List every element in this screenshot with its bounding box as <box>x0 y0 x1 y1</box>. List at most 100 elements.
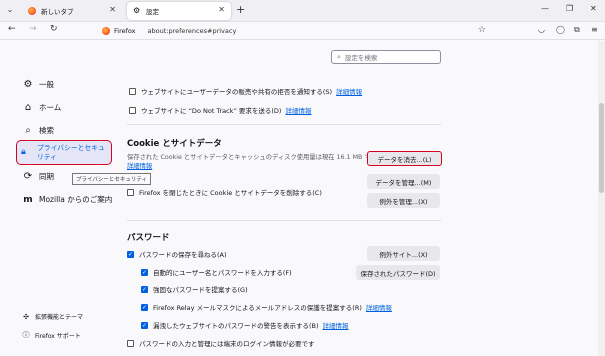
sidebar-item-privacy[interactable]: 🔒︎ プライバシーとセキュリティ <box>16 140 112 165</box>
search-icon: ⌕ <box>337 52 341 61</box>
search-icon: ⌕ <box>25 125 31 136</box>
sidebar-footer-label: Firefox サポート <box>35 332 81 340</box>
ask-to-save-passwords-row[interactable]: ✓ パスワードの保存を尋ねる(A) <box>127 249 227 259</box>
checkbox-label: ウェブサイトにユーザーデータの販売や共有の拒否を通知する(S) <box>141 88 333 96</box>
new-tab-button[interactable]: + <box>236 3 245 16</box>
cookie-section-title: Cookie とサイトデータ <box>127 139 222 149</box>
close-window-icon[interactable]: ✕ <box>590 4 597 13</box>
sidebar-item-home[interactable]: ⌂ ホーム <box>22 102 61 113</box>
identity-label: Firefox <box>114 27 136 35</box>
search-placeholder: 設定を検索 <box>344 54 378 62</box>
minimize-icon[interactable]: — <box>541 4 549 13</box>
password-exceptions-button[interactable]: 例外サイト...(X) <box>367 246 440 261</box>
checkbox[interactable]: ✓ <box>141 303 148 311</box>
primary-password-row[interactable]: パスワードの入力と管理には端末のログイン情報が必要です <box>127 338 315 348</box>
forward-icon[interactable]: → <box>29 24 37 34</box>
checkbox[interactable] <box>129 106 136 114</box>
help-icon: ⓘ <box>22 331 30 339</box>
firefox-icon <box>102 27 110 35</box>
learn-more-link[interactable]: 詳細情報 <box>285 105 311 115</box>
mozilla-icon: m <box>23 194 33 205</box>
pocket-icon[interactable]: ◡ <box>538 25 545 34</box>
close-tab-icon[interactable]: ✕ <box>109 5 116 14</box>
tab-strip: ⌄ 新しいタブ ✕ ⚙ 設定 ✕ + — ❐ ✕ <box>0 0 605 22</box>
sidebar-item-label: ホーム <box>39 103 62 112</box>
saved-passwords-button[interactable]: 保存されたパスワード(D) <box>356 265 440 280</box>
sidebar-item-label: 一般 <box>39 80 54 89</box>
checkbox[interactable]: ✓ <box>141 268 148 276</box>
checkbox-label: 漏洩したウェブサイトのパスワードの警告を表示する(B) <box>153 322 319 330</box>
do-not-sell-row[interactable]: ウェブサイトにユーザーデータの販売や共有の拒否を通知する(S) 詳細情報 <box>129 86 362 96</box>
checkbox-label: 強固なパスワードを提案する(G) <box>153 286 248 294</box>
puzzle-icon: ✣ <box>23 312 29 321</box>
cookie-usage-text: 保存された Cookie とサイトデータとキャッシュのディスク使用量は現在 16… <box>127 154 383 161</box>
checkbox[interactable]: ✓ <box>141 285 148 293</box>
bookmark-star-icon[interactable]: ☆ <box>478 25 486 35</box>
tab-new-tab[interactable]: 新しいタブ ✕ <box>22 2 122 20</box>
sync-icon: ⟳ <box>23 171 33 182</box>
checkbox-label: Firefox を閉じたときに Cookie とサイトデータを削除する(C) <box>139 189 322 197</box>
menu-icon[interactable]: ≡ <box>591 25 598 34</box>
checkbox[interactable] <box>127 188 134 196</box>
gear-icon: ⚙ <box>23 79 33 90</box>
learn-more-link[interactable]: 詳細情報 <box>323 320 349 330</box>
manage-data-button[interactable]: データを管理...(M) <box>367 174 440 189</box>
settings-search-input[interactable]: ⌕ 設定を検索 <box>331 50 441 64</box>
sidebar-footer-label: 拡張機能とテーマ <box>35 314 84 321</box>
checkbox[interactable] <box>129 87 136 95</box>
checkbox-label: 自動的にユーザー名とパスワードを入力する(F) <box>153 269 292 277</box>
checkbox-label: パスワードの入力と管理には端末のログイン情報が必要です <box>139 340 315 348</box>
lock-icon: 🔒︎ <box>21 147 26 157</box>
checkbox[interactable]: ✓ <box>141 321 148 329</box>
restore-icon[interactable]: ❐ <box>566 4 573 13</box>
sidebar-item-label: 同期 <box>39 172 54 181</box>
gear-icon: ⚙ <box>133 6 141 15</box>
checkbox[interactable]: ✓ <box>127 250 134 258</box>
tab-title: 設定 <box>146 8 159 16</box>
tab-list-icon[interactable]: ⌄ <box>4 4 16 16</box>
learn-more-link[interactable]: 詳細情報 <box>366 302 392 312</box>
sidebar-item-label: Mozilla からのご案内 <box>39 195 113 204</box>
back-icon[interactable]: ← <box>8 24 16 34</box>
passwords-section-title: パスワード <box>127 233 170 243</box>
sidebar-footer-addons[interactable]: ✣ 拡張機能とテーマ <box>22 312 84 322</box>
cookie-description: 保存された Cookie とサイトデータとキャッシュのディスク使用量は現在 16… <box>127 153 383 171</box>
do-not-track-row[interactable]: ウェブサイトに “Do Not Track” 要求を送る(D) 詳細情報 <box>129 105 311 115</box>
sidebar-item-mozilla[interactable]: m Mozilla からのご案内 <box>22 194 112 205</box>
navigation-bar: ← → ↻ Firefox about:preferences#privacy … <box>0 22 605 40</box>
sidebar-tooltip: プライバシーとセキュリティ <box>72 173 152 185</box>
extensions-icon[interactable]: ⧉ <box>574 25 580 35</box>
suggest-strong-passwords-row[interactable]: ✓ 強固なパスワードを提案する(G) <box>141 284 248 294</box>
firefox-relay-row[interactable]: ✓ Firefox Relay メールマスクによるメールアドレスの保護を提案する… <box>141 302 392 312</box>
checkbox-label: Firefox Relay メールマスクによるメールアドレスの保護を提案する(R… <box>153 304 362 312</box>
autofill-logins-row[interactable]: ✓ 自動的にユーザー名とパスワードを入力する(F) <box>141 267 292 277</box>
breach-alerts-row[interactable]: ✓ 漏洩したウェブサイトのパスワードの警告を表示する(B) 詳細情報 <box>141 320 349 330</box>
sidebar-item-sync[interactable]: ⟳ 同期 <box>22 171 54 182</box>
sidebar-footer-support[interactable]: ⓘ Firefox サポート <box>22 330 81 340</box>
sidebar-item-general[interactable]: ⚙ 一般 <box>22 79 54 90</box>
url-bar[interactable]: Firefox about:preferences#privacy ☆ <box>96 24 490 38</box>
checkbox[interactable] <box>127 339 134 347</box>
delete-cookies-on-close-row[interactable]: Firefox を閉じたときに Cookie とサイトデータを削除する(C) <box>127 187 322 197</box>
clear-data-button[interactable]: データを消去...(L) <box>367 151 442 166</box>
checkbox-label: ウェブサイトに “Do Not Track” 要求を送る(D) <box>141 107 282 115</box>
sidebar-item-label: 検索 <box>39 126 54 135</box>
firefox-icon <box>28 7 36 15</box>
tab-settings[interactable]: ⚙ 設定 ✕ <box>127 2 231 20</box>
scrollbar[interactable] <box>598 41 605 356</box>
section-divider <box>127 220 441 221</box>
home-icon: ⌂ <box>24 102 32 113</box>
sidebar-item-search[interactable]: ⌕ 検索 <box>22 125 54 136</box>
tab-title: 新しいタブ <box>41 8 74 16</box>
reload-icon[interactable]: ↻ <box>50 24 58 34</box>
sidebar-item-label: プライバシーとセキュリティ <box>37 144 105 161</box>
learn-more-link[interactable]: 詳細情報 <box>127 163 152 170</box>
url-text: about:preferences#privacy <box>147 27 237 35</box>
account-icon[interactable]: ◯ <box>556 25 565 34</box>
checkbox-label: パスワードの保存を尋ねる(A) <box>139 251 227 259</box>
section-divider <box>127 124 441 125</box>
learn-more-link[interactable]: 詳細情報 <box>336 86 362 96</box>
close-tab-icon[interactable]: ✕ <box>218 5 225 14</box>
scrollbar-thumb[interactable] <box>599 103 604 193</box>
manage-exceptions-button[interactable]: 例外を管理...(X) <box>367 193 440 208</box>
